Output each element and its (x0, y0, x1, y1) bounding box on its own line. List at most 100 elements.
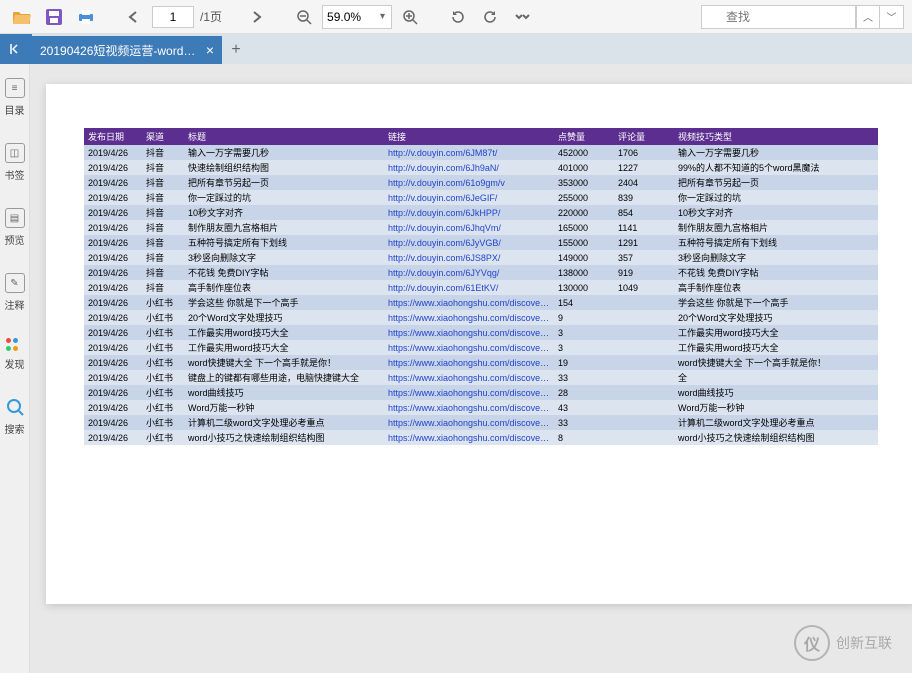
annotation-icon: ✎ (5, 273, 25, 293)
table-header: 评论量 (614, 128, 674, 145)
table-cell: https://www.xiaohongshu.com/discovery/it… (384, 310, 554, 325)
table-cell: https://www.xiaohongshu.com/discovery/it… (384, 400, 554, 415)
zoom-out-button[interactable] (290, 3, 318, 31)
table-cell: 1141 (614, 220, 674, 235)
table-cell: https://www.xiaohongshu.com/discovery/it… (384, 325, 554, 340)
table-cell: http://v.douyin.com/6JhqVm/ (384, 220, 554, 235)
bookmark-icon: ◫ (5, 143, 25, 163)
rotate-right-button[interactable] (476, 3, 504, 31)
table-cell: 138000 (554, 265, 614, 280)
table-cell: 3秒竖向删除文字 (674, 250, 878, 265)
table-cell: 2019/4/26 (84, 310, 142, 325)
sidebar-item-bookmarks[interactable]: ◫ 书签 (0, 139, 29, 186)
tab-bar: 20190426短视频运营-word优质 × + (0, 34, 912, 64)
table-cell: 154 (554, 295, 614, 310)
table-cell: 8 (554, 430, 614, 445)
table-header: 点赞量 (554, 128, 614, 145)
table-cell: http://v.douyin.com/6JkHPP/ (384, 205, 554, 220)
table-cell: 计算机二级word文字处理必考重点 (184, 415, 384, 430)
save-button[interactable] (40, 3, 68, 31)
sidebar-item-outline[interactable]: ≡ 目录 (0, 74, 29, 121)
table-cell: 小红书 (142, 310, 184, 325)
table-cell: 919 (614, 265, 674, 280)
table-cell: 抖音 (142, 280, 184, 295)
table-row: 2019/4/26小红书word曲线技巧https://www.xiaohong… (84, 385, 878, 400)
table-cell: 33 (554, 370, 614, 385)
table-cell: 2019/4/26 (84, 415, 142, 430)
rotate-left-button[interactable] (444, 3, 472, 31)
table-cell: 学会这些 你就是下一个高手 (674, 295, 878, 310)
table-cell: 854 (614, 205, 674, 220)
table-cell: word小技巧之快速绘制组织结构图 (674, 430, 878, 445)
table-cell: https://www.xiaohongshu.com/discovery/it… (384, 355, 554, 370)
table-row: 2019/4/26小红书word快捷键大全 下一个高手就是你！https://w… (84, 355, 878, 370)
document-viewport[interactable]: 发布日期渠道标题链接点赞量评论量视频技巧类型 2019/4/26抖音输入一万字需… (30, 64, 912, 673)
sidebar-item-search[interactable]: 搜索 (0, 393, 29, 440)
open-file-button[interactable] (8, 3, 36, 31)
new-tab-button[interactable]: + (222, 36, 250, 64)
table-cell: 小红书 (142, 340, 184, 355)
zoom-in-button[interactable] (396, 3, 424, 31)
table-cell: http://v.douyin.com/6JYVqg/ (384, 265, 554, 280)
table-cell: 五种符号搞定所有下划线 (674, 235, 878, 250)
table-cell: 839 (614, 190, 674, 205)
zoom-select[interactable]: 59.0% (322, 5, 392, 29)
table-cell (614, 355, 674, 370)
sidebar-item-annotations[interactable]: ✎ 注释 (0, 269, 29, 316)
collapse-sidebar-button[interactable] (0, 34, 32, 64)
table-cell: 2019/4/26 (84, 160, 142, 175)
tab-close-button[interactable]: × (206, 42, 214, 58)
sidebar-item-discover[interactable]: 发现 (0, 334, 29, 375)
table-cell: https://www.xiaohongshu.com/discovery/it… (384, 340, 554, 355)
search-prev-button[interactable]: ︿ (856, 5, 880, 29)
table-row: 2019/4/26小红书word小技巧之快速绘制组织结构图https://www… (84, 430, 878, 445)
search-next-button[interactable]: ﹀ (880, 5, 904, 29)
table-row: 2019/4/26抖音高手制作座位表http://v.douyin.com/61… (84, 280, 878, 295)
table-cell: 抖音 (142, 220, 184, 235)
table-cell: 2019/4/26 (84, 325, 142, 340)
table-cell: 3秒竖向删除文字 (184, 250, 384, 265)
prev-page-button[interactable] (120, 3, 148, 31)
table-cell: http://v.douyin.com/6Jh9aN/ (384, 160, 554, 175)
table-cell: 2019/4/26 (84, 220, 142, 235)
table-row: 2019/4/26抖音五种符号搞定所有下划线http://v.douyin.co… (84, 235, 878, 250)
search-input[interactable] (701, 5, 856, 29)
table-cell: 抖音 (142, 160, 184, 175)
table-cell: 2019/4/26 (84, 175, 142, 190)
table-cell: 1049 (614, 280, 674, 295)
table-cell: 计算机二级word文字处理必考重点 (674, 415, 878, 430)
table-cell: 五种符号搞定所有下划线 (184, 235, 384, 250)
table-cell: 高手制作座位表 (184, 280, 384, 295)
table-cell: http://v.douyin.com/61o9gm/v (384, 175, 554, 190)
table-cell: 2019/4/26 (84, 145, 142, 160)
table-cell: 不花钱 免费DIY字帖 (184, 265, 384, 280)
table-cell: 输入一万字需要几秒 (674, 145, 878, 160)
table-cell: 2019/4/26 (84, 385, 142, 400)
table-cell: https://www.xiaohongshu.com/discovery/it… (384, 295, 554, 310)
table-row: 2019/4/26抖音10秒文字对齐http://v.douyin.com/6J… (84, 205, 878, 220)
table-cell: 抖音 (142, 250, 184, 265)
table-cell: https://www.xiaohongshu.com/discovery/it… (384, 370, 554, 385)
table-cell: 20个Word文字处理技巧 (184, 310, 384, 325)
table-cell: http://v.douyin.com/61EtKV/ (384, 280, 554, 295)
table-cell: 2019/4/26 (84, 265, 142, 280)
table-cell: 220000 (554, 205, 614, 220)
table-cell: 2019/4/26 (84, 295, 142, 310)
document-page: 发布日期渠道标题链接点赞量评论量视频技巧类型 2019/4/26抖音输入一万字需… (46, 84, 912, 604)
next-page-button[interactable] (242, 3, 270, 31)
page-number-input[interactable] (152, 6, 194, 28)
table-cell: http://v.douyin.com/6JeGIF/ (384, 190, 554, 205)
tab-label: 20190426短视频运营-word优质 (40, 42, 200, 59)
table-row: 2019/4/26小红书工作最实用word技巧大全https://www.xia… (84, 325, 878, 340)
table-cell (614, 400, 674, 415)
table-row: 2019/4/26抖音快速绘制组织结构图http://v.douyin.com/… (84, 160, 878, 175)
sidebar-item-preview[interactable]: ▤ 预览 (0, 204, 29, 251)
more-tools-button[interactable] (508, 3, 536, 31)
table-cell: 255000 (554, 190, 614, 205)
table-cell: 99%的人都不知道的5个word黑魔法 (674, 160, 878, 175)
table-header: 标题 (184, 128, 384, 145)
print-button[interactable] (72, 3, 100, 31)
table-cell: 2019/4/26 (84, 340, 142, 355)
table-cell: 学会这些 你就是下一个高手 (184, 295, 384, 310)
document-tab[interactable]: 20190426短视频运营-word优质 × (32, 36, 222, 64)
